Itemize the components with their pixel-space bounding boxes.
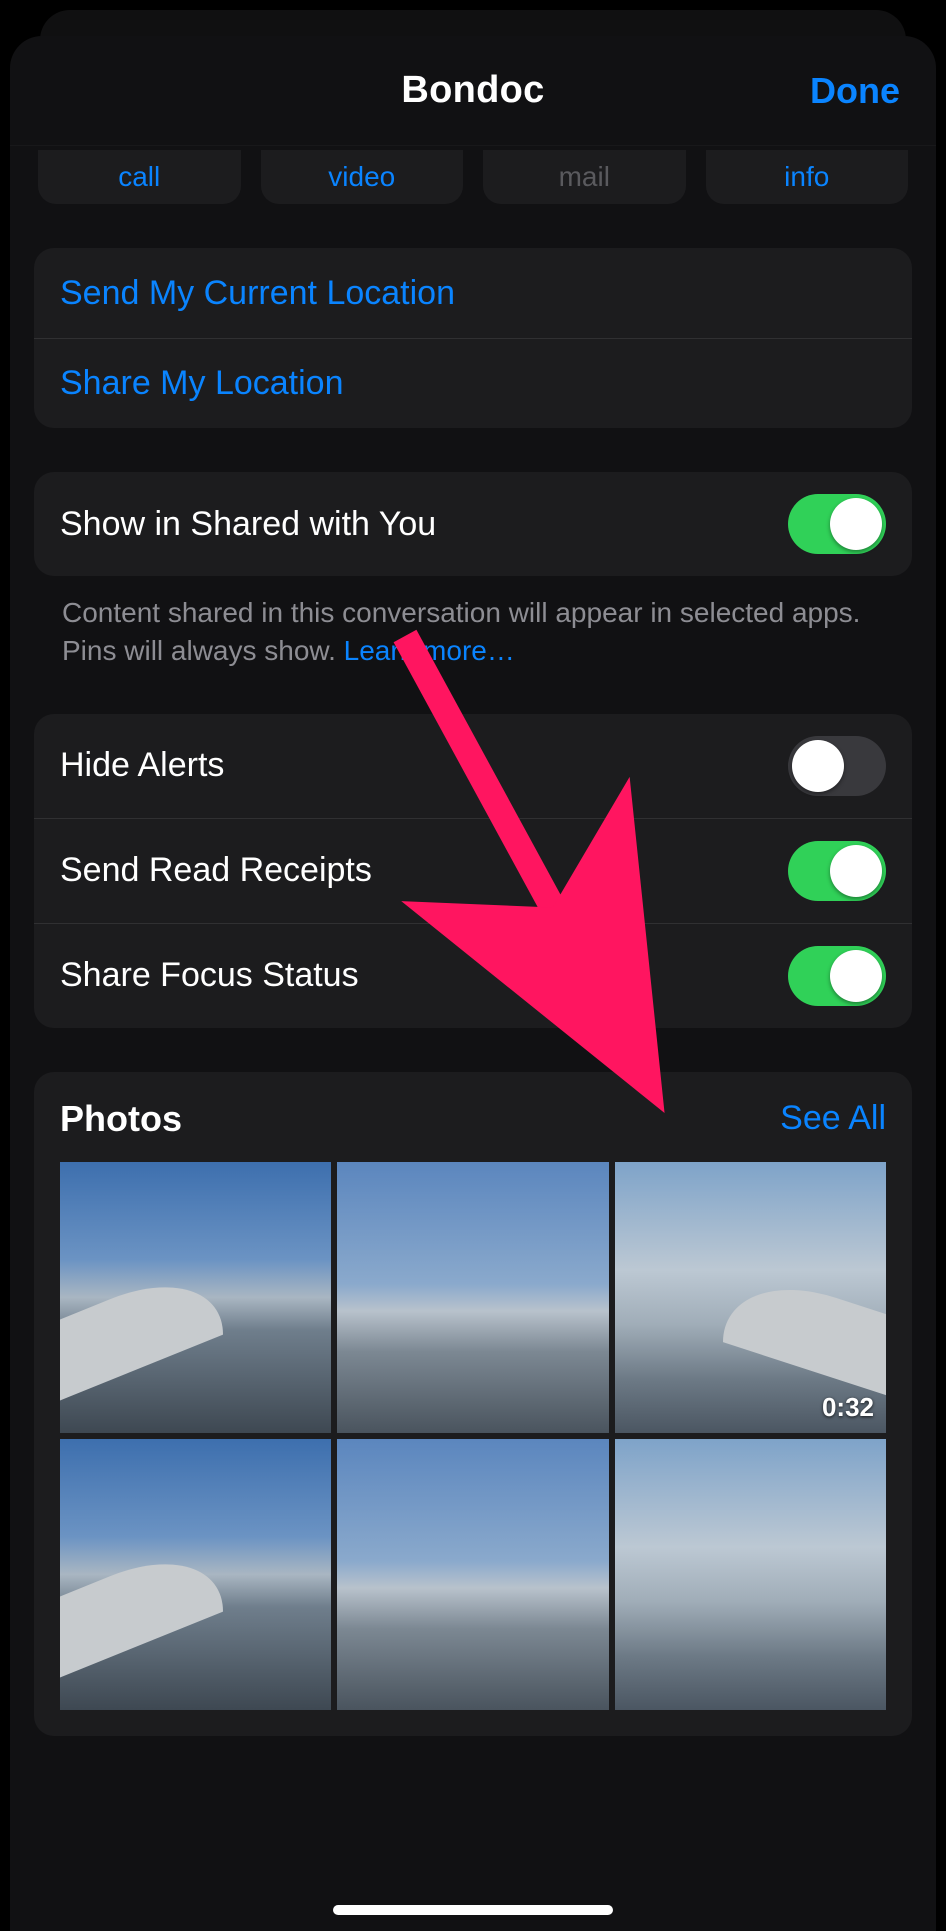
toggle-knob [830, 845, 882, 897]
photo-content [60, 1253, 223, 1411]
location-group: Send My Current Location Share My Locati… [34, 248, 912, 428]
shared-with-you-row: Show in Shared with You [34, 472, 912, 576]
photo-content [60, 1531, 223, 1689]
conversation-settings-group: Hide Alerts Send Read Receipts Share Foc… [34, 714, 912, 1028]
share-focus-status-toggle[interactable] [788, 946, 886, 1006]
call-button[interactable]: call [38, 150, 241, 204]
mail-button[interactable]: mail [483, 150, 686, 204]
photo-thumb[interactable]: 0:32 [615, 1162, 886, 1433]
photos-grid: 0:32 [60, 1162, 886, 1711]
shared-with-you-toggle[interactable] [788, 494, 886, 554]
photo-thumb[interactable] [337, 1162, 608, 1433]
photo-thumb[interactable] [60, 1162, 331, 1433]
send-read-receipts-toggle[interactable] [788, 841, 886, 901]
see-all-button[interactable]: See All [780, 1099, 886, 1138]
contact-detail-sheet: Bondoc Done call video mail info Send My… [10, 36, 936, 1931]
photos-header: Photos See All [60, 1098, 886, 1140]
shared-with-you-label: Show in Shared with You [60, 505, 436, 544]
send-read-receipts-row: Send Read Receipts [34, 818, 912, 923]
send-current-location-label: Send My Current Location [60, 274, 455, 313]
photo-thumb[interactable] [60, 1439, 331, 1710]
send-current-location-row[interactable]: Send My Current Location [34, 248, 912, 338]
video-duration-badge: 0:32 [822, 1392, 874, 1423]
share-focus-status-label: Share Focus Status [60, 956, 359, 995]
share-focus-status-row: Share Focus Status [34, 923, 912, 1028]
share-my-location-row[interactable]: Share My Location [34, 338, 912, 428]
hide-alerts-label: Hide Alerts [60, 746, 224, 785]
done-button[interactable]: Done [810, 36, 900, 145]
shared-with-you-group: Show in Shared with You [34, 472, 912, 576]
toggle-knob [830, 950, 882, 1002]
content-area: call video mail info Send My Current Loc… [10, 146, 936, 1776]
home-indicator[interactable] [333, 1905, 613, 1915]
contact-name-title: Bondoc [401, 69, 544, 112]
hide-alerts-row: Hide Alerts [34, 714, 912, 818]
share-my-location-label: Share My Location [60, 364, 344, 403]
toggle-knob [792, 740, 844, 792]
quick-actions-row: call video mail info [34, 146, 912, 204]
toggle-knob [830, 498, 882, 550]
send-read-receipts-label: Send Read Receipts [60, 851, 372, 890]
photos-group: Photos See All 0:32 [34, 1072, 912, 1737]
sheet-header: Bondoc Done [10, 36, 936, 146]
info-button[interactable]: info [706, 150, 909, 204]
learn-more-link[interactable]: Learn more… [344, 635, 515, 666]
photo-thumb[interactable] [615, 1439, 886, 1710]
shared-with-you-footer: Content shared in this conversation will… [34, 576, 912, 670]
hide-alerts-toggle[interactable] [788, 736, 886, 796]
photos-title: Photos [60, 1098, 182, 1140]
video-button[interactable]: video [261, 150, 464, 204]
photo-thumb[interactable] [337, 1439, 608, 1710]
photo-content [723, 1261, 886, 1404]
